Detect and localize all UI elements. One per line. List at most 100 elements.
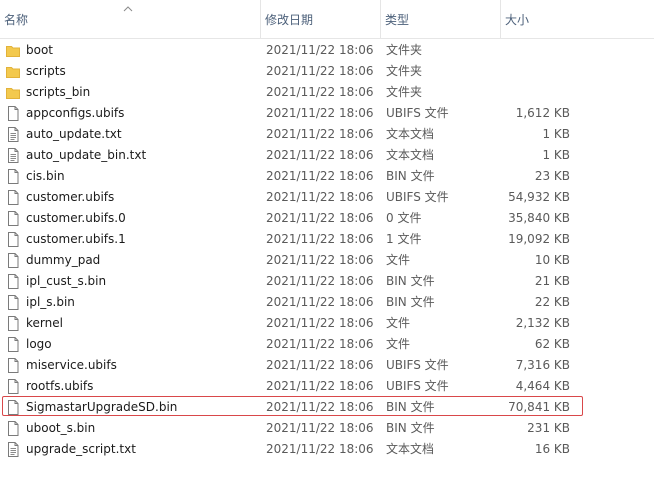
file-size: 21 KB bbox=[534, 274, 570, 288]
column-header-date[interactable]: 修改日期 bbox=[260, 0, 380, 38]
file-modified-date: 2021/11/22 18:06 bbox=[266, 316, 374, 330]
file-name: appconfigs.ubifs bbox=[26, 106, 125, 120]
file-modified-date: 2021/11/22 18:06 bbox=[266, 274, 374, 288]
file-row[interactable]: customer.ubifs.0 2021/11/22 18:06 0 文件 35,8… bbox=[0, 208, 654, 229]
file-row[interactable]: rootfs.ubifs 2021/11/22 18:06 UBIFS 文件 4,46… bbox=[0, 376, 654, 397]
file-type: UBIFS 文件 bbox=[386, 106, 449, 120]
file-name: boot bbox=[26, 43, 54, 57]
file-modified-date: 2021/11/22 18:06 bbox=[266, 358, 374, 372]
file-size: 1 KB bbox=[542, 148, 570, 162]
file-type: BIN 文件 bbox=[386, 421, 435, 435]
file-size: 1 KB bbox=[542, 127, 570, 141]
file-size: 62 KB bbox=[534, 337, 570, 351]
file-icon bbox=[6, 274, 20, 289]
column-header-date-label: 修改日期 bbox=[265, 13, 314, 27]
file-name: scripts bbox=[26, 64, 66, 78]
file-modified-date: 2021/11/22 18:06 bbox=[266, 295, 374, 309]
file-row[interactable]: ipl_cust_s.bin 2021/11/22 18:06 BIN 文件 21 K… bbox=[0, 271, 654, 292]
file-name: auto_update.txt bbox=[26, 127, 122, 141]
file-icon bbox=[6, 358, 20, 373]
file-row[interactable]: boot 2021/11/22 18:06 文件夹 bbox=[0, 40, 654, 61]
file-row[interactable]: customer.ubifs 2021/11/22 18:06 UBIFS 文件 54… bbox=[0, 187, 654, 208]
file-row[interactable]: upgrade_script.txt 2021/11/22 18:06 文本文档 16… bbox=[0, 439, 654, 460]
file-name: logo bbox=[26, 337, 52, 351]
file-name: ipl_s.bin bbox=[26, 295, 75, 309]
text-file-icon bbox=[6, 148, 20, 163]
file-row[interactable]: appconfigs.ubifs 2021/11/22 18:06 UBIFS 文件… bbox=[0, 103, 654, 124]
file-size: 19,092 KB bbox=[508, 232, 570, 246]
file-icon bbox=[6, 211, 20, 226]
file-name: dummy_pad bbox=[26, 253, 101, 267]
file-modified-date: 2021/11/22 18:06 bbox=[266, 43, 374, 57]
file-name: cis.bin bbox=[26, 169, 65, 183]
file-type: 1 文件 bbox=[386, 232, 422, 246]
file-row[interactable]: auto_update.txt 2021/11/22 18:06 文本文档 1 KB bbox=[0, 124, 654, 145]
file-size: 2,132 KB bbox=[515, 316, 570, 330]
file-size: 23 KB bbox=[534, 169, 570, 183]
file-name: rootfs.ubifs bbox=[26, 379, 94, 393]
file-row[interactable]: dummy_pad 2021/11/22 18:06 文件 10 KB bbox=[0, 250, 654, 271]
file-size: 16 KB bbox=[534, 442, 570, 456]
file-row[interactable]: miservice.ubifs 2021/11/22 18:06 UBIFS 文件 7… bbox=[0, 355, 654, 376]
file-icon bbox=[6, 316, 20, 331]
file-name: miservice.ubifs bbox=[26, 358, 117, 372]
column-header-type-label: 类型 bbox=[385, 13, 410, 27]
file-name: customer.ubifs bbox=[26, 190, 115, 204]
column-header-size[interactable]: 大小 bbox=[500, 0, 600, 38]
file-modified-date: 2021/11/22 18:06 bbox=[266, 127, 374, 141]
file-type: 文件夹 bbox=[386, 43, 423, 57]
file-name: ipl_cust_s.bin bbox=[26, 274, 107, 288]
file-type: BIN 文件 bbox=[386, 295, 435, 309]
file-row[interactable]: logo 2021/11/22 18:06 文件 62 KB bbox=[0, 334, 654, 355]
file-modified-date: 2021/11/22 18:06 bbox=[266, 379, 374, 393]
file-size: 54,932 KB bbox=[508, 190, 570, 204]
file-row[interactable]: kernel 2021/11/22 18:06 文件 2,132 KB bbox=[0, 313, 654, 334]
file-type: 文件 bbox=[386, 337, 411, 351]
file-icon bbox=[6, 421, 20, 436]
file-name: uboot_s.bin bbox=[26, 421, 96, 435]
file-modified-date: 2021/11/22 18:06 bbox=[266, 169, 374, 183]
file-type: 文本文档 bbox=[386, 127, 435, 141]
file-row[interactable]: cis.bin 2021/11/22 18:06 BIN 文件 23 KB bbox=[0, 166, 654, 187]
file-row[interactable]: auto_update_bin.txt 2021/11/22 18:06 文本文档 1… bbox=[0, 145, 654, 166]
file-type: 文件 bbox=[386, 253, 411, 267]
column-header-size-label: 大小 bbox=[505, 13, 530, 27]
file-type: UBIFS 文件 bbox=[386, 379, 449, 393]
file-icon bbox=[6, 190, 20, 205]
file-row[interactable]: scripts_bin 2021/11/22 18:06 文件夹 bbox=[0, 82, 654, 103]
file-size: 231 KB bbox=[527, 421, 570, 435]
file-icon bbox=[6, 337, 20, 352]
file-icon bbox=[6, 379, 20, 394]
file-name: customer.ubifs.0 bbox=[26, 211, 126, 225]
file-type: BIN 文件 bbox=[386, 274, 435, 288]
column-header-type[interactable]: 类型 bbox=[380, 0, 500, 38]
text-file-icon bbox=[6, 127, 20, 142]
file-modified-date: 2021/11/22 18:06 bbox=[266, 85, 374, 99]
file-row[interactable]: ipl_s.bin 2021/11/22 18:06 BIN 文件 22 KB bbox=[0, 292, 654, 313]
file-modified-date: 2021/11/22 18:06 bbox=[266, 253, 374, 267]
file-type: 文本文档 bbox=[386, 148, 435, 162]
file-name: scripts_bin bbox=[26, 85, 91, 99]
column-header-name-label: 名称 bbox=[4, 13, 29, 27]
file-icon bbox=[6, 169, 20, 184]
folder-icon bbox=[6, 43, 20, 58]
file-name: auto_update_bin.txt bbox=[26, 148, 147, 162]
file-type: UBIFS 文件 bbox=[386, 190, 449, 204]
file-size: 22 KB bbox=[534, 295, 570, 309]
file-type: 文件夹 bbox=[386, 64, 423, 78]
file-row[interactable]: uboot_s.bin 2021/11/22 18:06 BIN 文件 231 KB bbox=[0, 418, 654, 439]
file-name: customer.ubifs.1 bbox=[26, 232, 126, 246]
folder-icon bbox=[6, 64, 20, 79]
text-file-icon bbox=[6, 442, 20, 457]
file-row[interactable]: customer.ubifs.1 2021/11/22 18:06 1 文件 19,0… bbox=[0, 229, 654, 250]
file-size: 7,316 KB bbox=[515, 358, 570, 372]
file-type: 文本文档 bbox=[386, 442, 435, 456]
file-name: kernel bbox=[26, 316, 63, 330]
file-type: 文件 bbox=[386, 316, 411, 330]
folder-icon bbox=[6, 85, 20, 100]
file-modified-date: 2021/11/22 18:06 bbox=[266, 106, 374, 120]
file-modified-date: 2021/11/22 18:06 bbox=[266, 337, 374, 351]
file-row[interactable]: scripts 2021/11/22 18:06 文件夹 bbox=[0, 61, 654, 82]
file-modified-date: 2021/11/22 18:06 bbox=[266, 442, 374, 456]
file-modified-date: 2021/11/22 18:06 bbox=[266, 232, 374, 246]
